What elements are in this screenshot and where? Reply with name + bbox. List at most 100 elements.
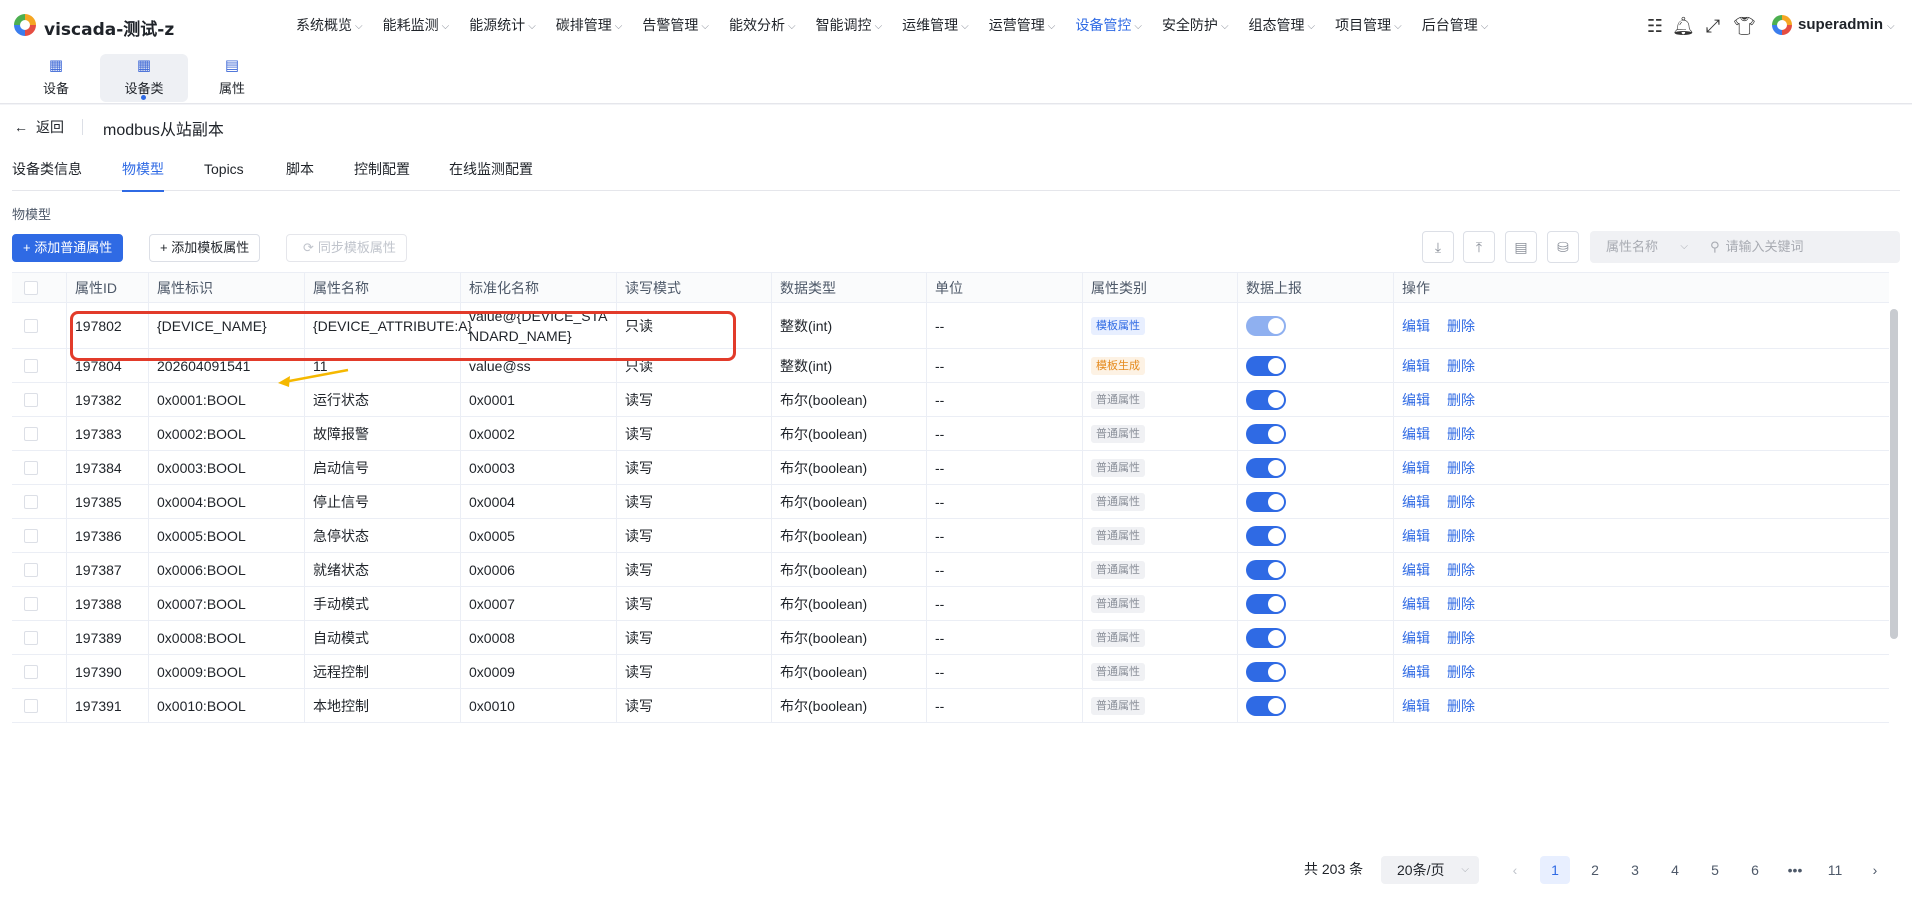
report-toggle[interactable] bbox=[1246, 559, 1286, 580]
row-checkbox[interactable] bbox=[24, 494, 38, 509]
delete-link[interactable]: 删除 bbox=[1447, 526, 1475, 546]
avatar[interactable] bbox=[1772, 15, 1792, 35]
subnav-item-1[interactable]: ▦ 设备类 bbox=[100, 54, 188, 102]
page-number[interactable]: 1 bbox=[1540, 856, 1570, 884]
row-checkbox[interactable] bbox=[24, 562, 38, 577]
nav-item-5[interactable]: 能效分析 ⌵ bbox=[729, 0, 796, 52]
more-pages-icon[interactable]: ••• bbox=[1780, 856, 1810, 884]
row-checkbox[interactable] bbox=[24, 358, 38, 373]
select-all-checkbox[interactable] bbox=[24, 281, 38, 295]
prev-page-icon[interactable]: ‹ bbox=[1500, 856, 1530, 884]
nav-item-10[interactable]: 安全防护 ⌵ bbox=[1162, 0, 1229, 52]
edit-link[interactable]: 编辑 bbox=[1402, 628, 1430, 648]
row-checkbox[interactable] bbox=[24, 698, 38, 713]
filter-field-select[interactable]: 属性名称 ⌵ bbox=[1590, 231, 1698, 263]
delete-link[interactable]: 删除 bbox=[1447, 316, 1475, 336]
edit-link[interactable]: 编辑 bbox=[1402, 492, 1430, 512]
delete-link[interactable]: 删除 bbox=[1447, 356, 1475, 376]
page-size-select[interactable]: 20条/页 ⌵ bbox=[1381, 856, 1479, 884]
next-page-icon[interactable]: › bbox=[1860, 856, 1890, 884]
document-icon[interactable]: ▤ bbox=[1505, 231, 1537, 263]
page-number[interactable]: 3 bbox=[1620, 856, 1650, 884]
back-button[interactable]: ← 返回 bbox=[14, 117, 64, 137]
nav-item-9[interactable]: 设备管控 ⌵ bbox=[1075, 0, 1142, 52]
bell-icon[interactable]: 🔔︎ bbox=[1672, 15, 1695, 37]
row-checkbox[interactable] bbox=[24, 528, 38, 543]
add-normal-property-button[interactable]: + 添加普通属性 bbox=[12, 234, 124, 262]
edit-link[interactable]: 编辑 bbox=[1402, 594, 1430, 614]
row-checkbox[interactable] bbox=[24, 460, 38, 475]
report-toggle[interactable] bbox=[1246, 457, 1286, 478]
subnav-item-2[interactable]: ▤ 属性 bbox=[188, 54, 276, 102]
nav-item-8[interactable]: 运营管理 ⌵ bbox=[989, 0, 1056, 52]
delete-link[interactable]: 删除 bbox=[1447, 492, 1475, 512]
report-toggle[interactable] bbox=[1246, 389, 1286, 410]
edit-link[interactable]: 编辑 bbox=[1402, 526, 1430, 546]
report-toggle[interactable] bbox=[1246, 695, 1286, 716]
row-checkbox[interactable] bbox=[24, 392, 38, 407]
tab-3[interactable]: 脚本 bbox=[286, 159, 314, 191]
delete-link[interactable]: 删除 bbox=[1447, 696, 1475, 716]
subnav-item-0[interactable]: ▦ 设备 bbox=[12, 54, 100, 102]
nav-item-13[interactable]: 后台管理 ⌵ bbox=[1422, 0, 1489, 52]
delete-link[interactable]: 删除 bbox=[1447, 458, 1475, 478]
upload-icon[interactable]: ⤒ bbox=[1463, 231, 1495, 263]
edit-link[interactable]: 编辑 bbox=[1402, 316, 1430, 336]
delete-link[interactable]: 删除 bbox=[1447, 424, 1475, 444]
report-toggle[interactable] bbox=[1246, 627, 1286, 648]
sync-template-property-button[interactable]: ⟳ 同步模板属性 bbox=[286, 234, 407, 262]
edit-link[interactable]: 编辑 bbox=[1402, 696, 1430, 716]
page-number[interactable]: 2 bbox=[1580, 856, 1610, 884]
row-checkbox[interactable] bbox=[24, 426, 38, 441]
row-checkbox[interactable] bbox=[24, 664, 38, 679]
report-toggle[interactable] bbox=[1246, 315, 1286, 336]
page-number[interactable]: 11 bbox=[1820, 856, 1850, 884]
report-toggle[interactable] bbox=[1246, 491, 1286, 512]
tab-5[interactable]: 在线监测配置 bbox=[449, 159, 533, 191]
database-icon[interactable]: ⛁ bbox=[1547, 231, 1579, 263]
tab-0[interactable]: 设备类信息 bbox=[12, 159, 82, 191]
page-number[interactable]: 4 bbox=[1660, 856, 1690, 884]
edit-link[interactable]: 编辑 bbox=[1402, 560, 1430, 580]
report-toggle[interactable] bbox=[1246, 423, 1286, 444]
delete-link[interactable]: 删除 bbox=[1447, 560, 1475, 580]
list-check-icon[interactable]: ☷ bbox=[1644, 15, 1666, 37]
edit-link[interactable]: 编辑 bbox=[1402, 356, 1430, 376]
row-checkbox[interactable] bbox=[24, 318, 38, 333]
row-checkbox[interactable] bbox=[24, 596, 38, 611]
report-toggle[interactable] bbox=[1246, 661, 1286, 682]
nav-item-7[interactable]: 运维管理 ⌵ bbox=[902, 0, 969, 52]
page-number[interactable]: 6 bbox=[1740, 856, 1770, 884]
nav-item-2[interactable]: 能源统计 ⌵ bbox=[469, 0, 536, 52]
tab-4[interactable]: 控制配置 bbox=[354, 159, 410, 191]
nav-item-0[interactable]: 系统概览 ⌵ bbox=[296, 0, 363, 52]
nav-item-1[interactable]: 能耗监测 ⌵ bbox=[383, 0, 450, 52]
edit-link[interactable]: 编辑 bbox=[1402, 662, 1430, 682]
report-toggle[interactable] bbox=[1246, 525, 1286, 546]
fullscreen-icon[interactable]: ⤢ bbox=[1702, 15, 1724, 37]
report-toggle[interactable] bbox=[1246, 593, 1286, 614]
download-icon[interactable]: ⤓ bbox=[1422, 231, 1454, 263]
row-checkbox[interactable] bbox=[24, 630, 38, 645]
nav-item-3[interactable]: 碳排管理 ⌵ bbox=[556, 0, 623, 52]
nav-item-12[interactable]: 项目管理 ⌵ bbox=[1335, 0, 1402, 52]
edit-link[interactable]: 编辑 bbox=[1402, 390, 1430, 410]
delete-link[interactable]: 删除 bbox=[1447, 594, 1475, 614]
nav-item-6[interactable]: 智能调控 ⌵ bbox=[816, 0, 883, 52]
nav-item-4[interactable]: 告警管理 ⌵ bbox=[642, 0, 709, 52]
edit-link[interactable]: 编辑 bbox=[1402, 424, 1430, 444]
user-menu[interactable]: superadmin ⌵ bbox=[1798, 16, 1895, 33]
add-template-property-button[interactable]: + 添加模板属性 bbox=[149, 234, 261, 262]
delete-link[interactable]: 删除 bbox=[1447, 390, 1475, 410]
report-toggle[interactable] bbox=[1246, 355, 1286, 376]
search-input[interactable]: ⚲ 请输入关键词 bbox=[1698, 231, 1900, 263]
delete-link[interactable]: 删除 bbox=[1447, 628, 1475, 648]
table-scrollbar[interactable] bbox=[1890, 309, 1898, 639]
nav-item-11[interactable]: 组态管理 ⌵ bbox=[1249, 0, 1316, 52]
tab-2[interactable]: Topics bbox=[204, 159, 244, 191]
delete-link[interactable]: 删除 bbox=[1447, 662, 1475, 682]
tab-1[interactable]: 物模型 bbox=[122, 159, 164, 192]
page-number[interactable]: 5 bbox=[1700, 856, 1730, 884]
edit-link[interactable]: 编辑 bbox=[1402, 458, 1430, 478]
theme-shirt-icon[interactable]: 👕︎ bbox=[1733, 15, 1756, 37]
